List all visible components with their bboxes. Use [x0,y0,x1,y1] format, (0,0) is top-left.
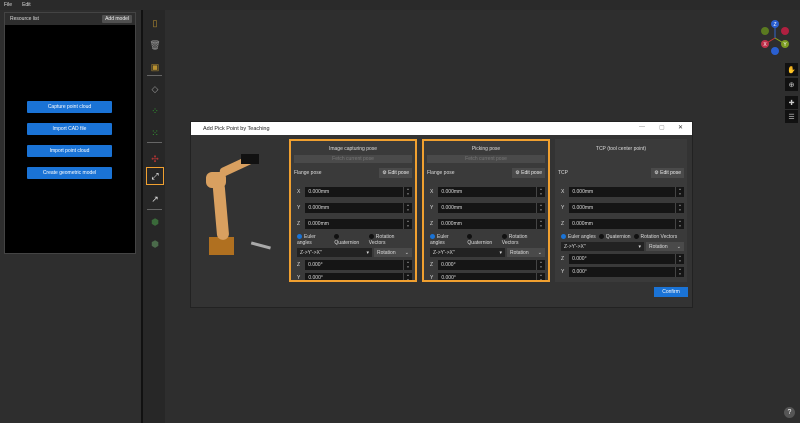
panel-title: Image capturing pose [328,146,378,152]
angle-y-field[interactable]: 0.000° ▲ ▼ [438,273,545,280]
angle-z-field[interactable]: 0.000° ▲ ▼ [569,254,684,264]
x-label: X [561,189,565,195]
pose-label: Flange pose [294,170,322,176]
menu-bar: File Edit [0,0,800,10]
replace-icon[interactable]: ▣ [146,58,164,76]
radio-euler[interactable]: Euler angles [430,234,464,246]
pick-point-icon[interactable]: ✣ [146,150,164,168]
angle-y-label: Y [561,269,565,275]
svg-text:Z: Z [773,22,776,28]
edit-pose-button[interactable]: ⚙ Edit pose [379,168,412,178]
tool-bar: ▯ 🗑 ▣ ◇ ⁘ ⁙ ✣ ⤢ ↗ ⬢ ⬢ [141,10,165,423]
angle-y-field[interactable]: 0.000° ▲ ▼ [305,273,412,280]
radio-rotation-vectors[interactable]: Rotation Vectors [501,234,545,246]
axis-gizmo-icon[interactable]: ZX Y [755,18,795,58]
euler-order-dropdown[interactable]: Z->Y'->X'' ▾ [561,242,644,251]
menu-edit[interactable]: Edit [22,2,31,8]
dialog-title: Add Pick Point by Teaching [203,125,270,132]
fetch-current-pose-button[interactable]: Fetch current pose [294,155,412,163]
maximize-icon[interactable]: ▢ [659,124,665,131]
fit-view-icon[interactable]: ✚ [785,96,798,109]
rotation-button[interactable]: Rotation ⌄ [646,242,684,251]
help-button[interactable]: ? [784,407,795,418]
add-object-icon[interactable]: ▯ [146,14,164,32]
y-label: Y [297,205,301,211]
x-field[interactable]: 0.000mm ▲ ▼ [438,187,545,197]
add-points-icon[interactable]: ⁘ [146,102,164,120]
pose-label: TCP [558,170,568,176]
z-label: Z [561,221,565,227]
add-pick-point-dialog: Add Pick Point by Teaching — ▢ ✕ Image c… [190,121,693,308]
y-field[interactable]: 0.000mm ▲ ▼ [569,203,684,213]
image-capturing-pose-panel: Image capturing pose Fetch current pose … [289,139,417,282]
x-field[interactable]: 0.000mm ▲ ▼ [569,187,684,197]
panel-title: Picking pose [471,146,501,152]
euler-order-dropdown[interactable]: Z->Y'->X'' ▾ [430,248,505,257]
radio-quaternion[interactable]: Quaternion [467,234,498,246]
y-field[interactable]: 0.000mm ▲ ▼ [305,203,412,213]
radio-rotation-vectors[interactable]: Rotation Vectors [368,234,412,246]
panel-title: TCP (tool center point) [595,146,647,152]
teach-pick-point-icon[interactable]: ⤢ [146,167,164,185]
pose-label: Flange pose [427,170,455,176]
confirm-button[interactable]: Confirm [654,287,688,297]
radio-euler[interactable]: Euler angles [297,234,331,246]
radio-euler[interactable]: Euler angles [561,234,596,240]
z-field[interactable]: 0.000mm ▲ ▼ [438,219,545,229]
edit-pose-button[interactable]: ⚙ Edit pose [651,168,684,178]
euler-order-dropdown[interactable]: Z->Y'->X'' ▾ [297,248,372,257]
delete-icon[interactable]: 🗑 [146,36,164,54]
close-icon[interactable]: ✕ [678,124,683,131]
rotation-button[interactable]: Rotation ⌄ [507,248,545,257]
z-field[interactable]: 0.000mm ▲ ▼ [305,219,412,229]
pan-hand-icon[interactable]: ✋ [785,63,798,76]
geometric-model-icon[interactable]: ⬢ [146,213,164,231]
radio-quaternion[interactable]: Quaternion [334,234,365,246]
import-cad-button[interactable]: Import CAD file [27,123,112,135]
z-field[interactable]: 0.000mm ▲ ▼ [569,219,684,229]
radio-rotation-vectors[interactable]: Rotation Vectors [633,234,677,240]
fetch-current-pose-button[interactable]: Fetch current pose [427,155,545,163]
angle-z-field[interactable]: 0.000° ▲ ▼ [305,260,412,270]
zoom-icon[interactable]: ⊕ [785,78,798,91]
angle-z-label: Z [430,262,434,268]
x-label: X [297,189,301,195]
angle-z-label: Z [297,262,301,268]
import-point-cloud-button[interactable]: Import point cloud [27,145,112,157]
z-label: Z [430,221,434,227]
y-label: Y [430,205,434,211]
menu-file[interactable]: File [4,2,12,8]
capture-point-cloud-button[interactable]: Capture point cloud [27,101,112,113]
points-icon[interactable]: ◇ [146,80,164,98]
point-cloud-icon[interactable]: ⁙ [146,124,164,142]
robot-pick-icon[interactable]: ↗ [146,190,164,208]
rotation-button[interactable]: Rotation ⌄ [374,248,412,257]
y-field[interactable]: 0.000mm ▲ ▼ [438,203,545,213]
x-label: X [430,189,434,195]
angle-z-label: Z [561,256,565,262]
resource-panel: Resource list Add model Capture point cl… [4,12,136,254]
z-label: Z [297,221,301,227]
cube-icon[interactable]: ⬢ [146,235,164,253]
add-model-button[interactable]: Add model [102,15,132,23]
x-field[interactable]: 0.000mm ▲ ▼ [305,187,412,197]
y-label: Y [561,205,565,211]
angle-y-field[interactable]: 0.000° ▲ ▼ [569,267,684,277]
resource-title: Resource list [10,16,39,22]
create-geometric-model-button[interactable]: Create geometric model [27,167,112,179]
angle-z-field[interactable]: 0.000° ▲ ▼ [438,260,545,270]
robot-preview-icon [206,154,271,255]
angle-y-label: Y [297,275,301,281]
picking-pose-panel: Picking pose Fetch current pose Flange p… [422,139,550,282]
tcp-panel: TCP (tool center point) TCP ⚙ Edit pose X… [555,139,687,282]
radio-quaternion[interactable]: Quaternion [598,234,631,240]
minimize-icon[interactable]: — [639,124,645,130]
edit-pose-button[interactable]: ⚙ Edit pose [512,168,545,178]
angle-y-label: Y [430,275,434,281]
view-list-icon[interactable]: ☰ [785,110,798,123]
